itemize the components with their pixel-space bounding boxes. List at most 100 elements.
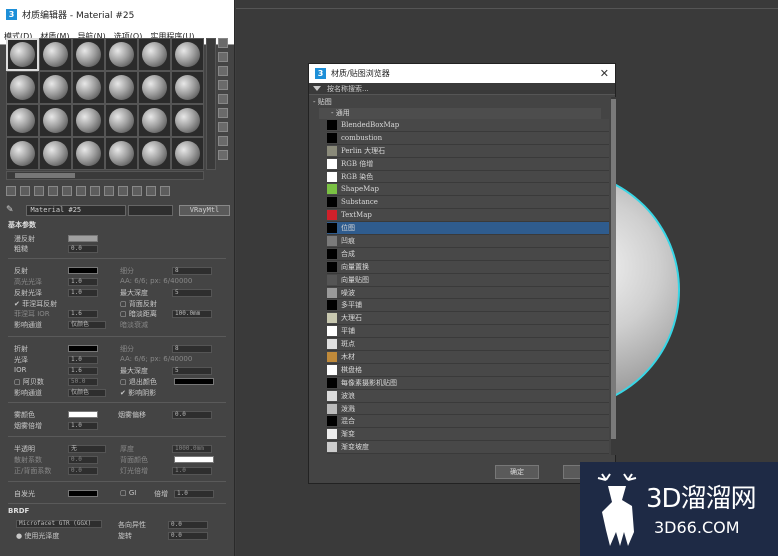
- map-list-item[interactable]: 多平铺: [327, 299, 609, 313]
- map-list-item[interactable]: 每像素摄影机贴图: [327, 376, 609, 390]
- map-list-item[interactable]: 木材: [327, 351, 609, 364]
- sample-slot[interactable]: [105, 104, 138, 137]
- map-list-item[interactable]: 平铺: [327, 325, 609, 339]
- map-list-item[interactable]: combustion: [327, 131, 609, 145]
- back-color-swatch[interactable]: [174, 456, 214, 463]
- options-dropdown-icon[interactable]: [313, 86, 321, 91]
- reflect-subdivs-field[interactable]: 8: [172, 267, 212, 275]
- make-unique-icon[interactable]: [76, 186, 86, 196]
- video-color-icon[interactable]: [218, 94, 228, 104]
- browser-scrollbar[interactable]: [611, 97, 616, 455]
- sample-slot[interactable]: [171, 38, 204, 71]
- roughness-field[interactable]: 0.0: [68, 245, 98, 253]
- basic-params-header[interactable]: 基本参数: [4, 220, 232, 230]
- fog-color-swatch[interactable]: [68, 411, 98, 418]
- abbe-field[interactable]: 50.0: [68, 378, 98, 386]
- map-list-item[interactable]: BlendedBoxMap: [327, 119, 609, 132]
- map-list-item[interactable]: 向量贴图: [327, 273, 609, 287]
- material-type-button[interactable]: VRayMtl: [179, 204, 230, 216]
- map-list-item[interactable]: 波浪: [327, 389, 609, 403]
- map-list-item[interactable]: 向量置换: [327, 260, 609, 274]
- affect-shadows-checkbox[interactable]: ✔ 影响阴影: [120, 388, 156, 398]
- refract-maxdepth-field[interactable]: 5: [172, 367, 212, 375]
- self-illum-mult-field[interactable]: 1.0: [174, 490, 214, 498]
- sample-slot[interactable]: [39, 137, 72, 170]
- refract-affect-dropdown[interactable]: 仅颜色: [68, 389, 106, 397]
- sample-slot[interactable]: [171, 104, 204, 137]
- sample-slot[interactable]: [138, 38, 171, 71]
- sample-slot[interactable]: [6, 104, 39, 137]
- make-copy-icon[interactable]: [62, 186, 72, 196]
- sample-slot[interactable]: [171, 71, 204, 104]
- sample-type-icon[interactable]: [218, 38, 228, 48]
- map-list-item[interactable]: 合成: [327, 247, 609, 261]
- get-material-icon[interactable]: [6, 186, 16, 196]
- sample-slot[interactable]: [6, 38, 39, 71]
- map-list-item[interactable]: Substance: [327, 196, 609, 210]
- reflect-affect-dropdown[interactable]: 仅颜色: [68, 321, 106, 329]
- go-to-parent-icon[interactable]: [146, 186, 156, 196]
- abbe-checkbox[interactable]: ▢ 阿贝数: [14, 377, 44, 387]
- self-illum-swatch[interactable]: [68, 490, 98, 497]
- options-icon[interactable]: [218, 122, 228, 132]
- sample-slot[interactable]: [171, 137, 204, 170]
- material-navigator-icon[interactable]: [218, 150, 228, 160]
- use-glossiness-radio[interactable]: ● 使用光泽度: [16, 531, 59, 541]
- sample-slot[interactable]: [138, 71, 171, 104]
- sample-slot[interactable]: [39, 38, 72, 71]
- map-list-item[interactable]: RGB 倍增: [327, 157, 609, 171]
- sample-slot[interactable]: [6, 71, 39, 104]
- map-list-item[interactable]: TextMap: [327, 209, 609, 223]
- search-input[interactable]: 按名称搜索...: [327, 84, 369, 94]
- exit-color-swatch[interactable]: [174, 378, 214, 385]
- sample-slot[interactable]: [105, 71, 138, 104]
- go-forward-icon[interactable]: [160, 186, 170, 196]
- select-by-material-icon[interactable]: [218, 136, 228, 146]
- show-map-icon[interactable]: [118, 186, 128, 196]
- material-id-icon[interactable]: [104, 186, 114, 196]
- map-list-item[interactable]: 棋盘格: [327, 363, 609, 377]
- make-preview-icon[interactable]: [218, 108, 228, 118]
- background-icon[interactable]: [218, 66, 228, 76]
- refract-swatch[interactable]: [68, 345, 98, 352]
- map-list-item[interactable]: 凹痕: [327, 235, 609, 248]
- fresnel-checkbox[interactable]: ✔ 菲涅耳反射: [14, 299, 57, 309]
- reflect-maxdepth-field[interactable]: 5: [172, 289, 212, 297]
- map-list-item[interactable]: 大理石: [327, 312, 609, 326]
- sample-slot[interactable]: [39, 104, 72, 137]
- rotation-field[interactable]: 0.0: [168, 532, 208, 540]
- map-list-item[interactable]: RGB 染色: [327, 170, 609, 184]
- sample-slot[interactable]: [72, 71, 105, 104]
- material-name-field[interactable]: Material #25: [25, 204, 126, 216]
- backlight-icon[interactable]: [218, 52, 228, 62]
- browser-search-bar[interactable]: 按名称搜索...: [309, 83, 615, 95]
- group-maps[interactable]: - 贴图: [309, 97, 609, 108]
- map-list-item[interactable]: 渐变: [327, 428, 609, 442]
- brdf-header[interactable]: BRDF: [4, 506, 29, 516]
- sample-slot[interactable]: [72, 137, 105, 170]
- anisotropy-field[interactable]: 0.0: [168, 521, 208, 529]
- assign-to-selection-icon[interactable]: [34, 186, 44, 196]
- fwd-back-field[interactable]: 0.0: [68, 467, 98, 475]
- sample-slot[interactable]: [105, 38, 138, 71]
- close-icon[interactable]: ✕: [600, 67, 609, 80]
- ok-button[interactable]: 确定: [495, 465, 539, 479]
- sample-slot[interactable]: [39, 71, 72, 104]
- put-to-library-icon[interactable]: [90, 186, 100, 196]
- sample-slot[interactable]: [72, 38, 105, 71]
- sample-slot[interactable]: [138, 104, 171, 137]
- sample-slot[interactable]: [138, 137, 171, 170]
- sample-slots-scrollbar[interactable]: [206, 38, 216, 170]
- map-list-item[interactable]: 渐变坡度: [327, 441, 609, 455]
- reflect-gloss-field[interactable]: 1.0: [68, 289, 98, 297]
- fog-bias-field[interactable]: 0.0: [172, 411, 212, 419]
- light-mult-field[interactable]: 1.0: [172, 467, 212, 475]
- thickness-field[interactable]: 1000.0mm: [172, 445, 212, 453]
- dim-distance-field[interactable]: 100.0mm: [172, 310, 212, 318]
- gi-checkbox[interactable]: ▢ GI: [120, 489, 136, 497]
- map-list-item[interactable]: 噪波: [327, 286, 609, 300]
- group-general[interactable]: - 通用: [319, 108, 601, 119]
- translucency-dropdown[interactable]: 无: [68, 445, 106, 453]
- map-list-item[interactable]: 混合: [327, 415, 609, 429]
- eyedropper-icon[interactable]: ✎: [6, 205, 14, 215]
